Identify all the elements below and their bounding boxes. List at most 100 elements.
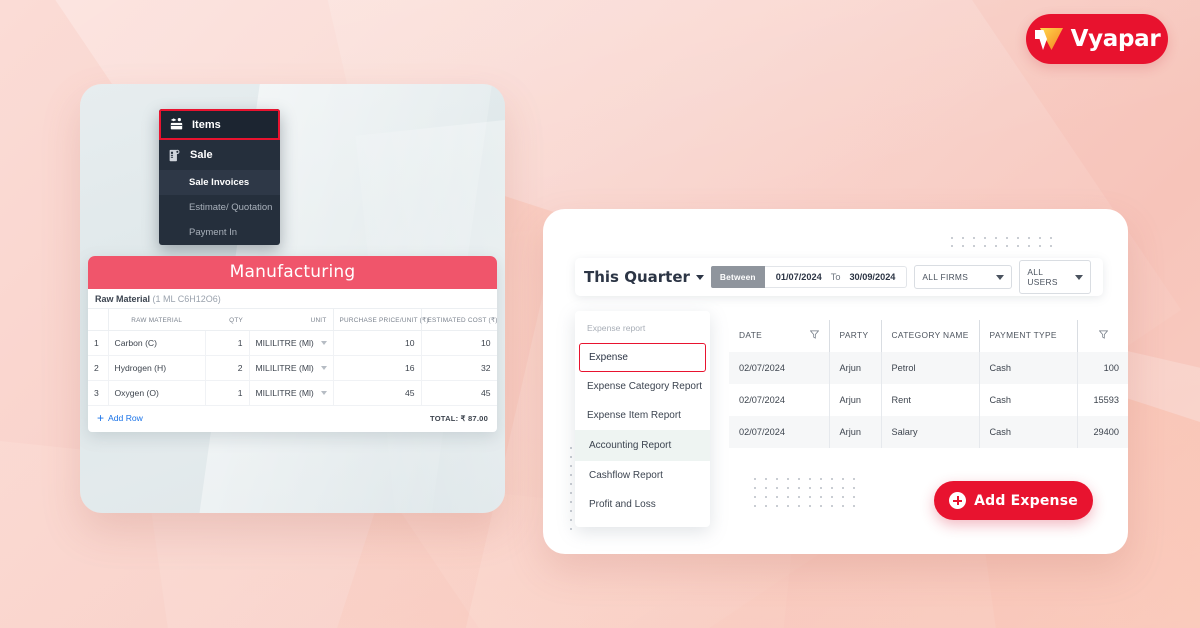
sidebar-nav-menu[interactable]: Items Sale Sale Invoices Estimate/ Quota… — [159, 109, 280, 245]
cell-unit[interactable]: MILILITRE (Ml) — [249, 355, 334, 381]
cell-unit[interactable]: MILILITRE (Ml) — [249, 330, 334, 356]
cell-price: 45 — [333, 380, 422, 406]
users-select[interactable]: ALL USERS — [1019, 260, 1092, 294]
column-header-purchase-price: PURCHASE PRICE/UNIT (₹) — [333, 309, 428, 331]
chevron-down-icon — [996, 274, 1005, 280]
cell-payment: Cash — [979, 416, 1078, 448]
table-row[interactable]: 02/07/2024 Arjun Salary Cash 29400 — [729, 416, 1128, 448]
sidebar-subitem-payment-in[interactable]: Payment In — [159, 220, 280, 245]
chevron-down-icon — [320, 391, 327, 395]
filter-bar: This Quarter Between 01/07/2024 To 30/09… — [575, 258, 1103, 296]
raw-material-table: RAW MATERIAL QTY UNIT PURCHASE PRICE/UNI… — [88, 309, 497, 406]
vyapar-logo: Vyapar — [1026, 14, 1168, 64]
period-selector[interactable]: This Quarter — [584, 268, 704, 286]
between-badge[interactable]: Between — [710, 266, 765, 288]
report-item-expense[interactable]: Expense — [579, 343, 706, 372]
sidebar-item-items[interactable]: Items — [159, 109, 280, 140]
cell-category: Rent — [881, 384, 980, 416]
date-range-input[interactable]: 01/07/2024 To 30/09/2024 — [764, 266, 908, 288]
table-row[interactable]: 02/07/2024 Arjun Petrol Cash 100 — [729, 352, 1128, 384]
manufacturing-footer: + Add Row TOTAL: ₹ 87.00 — [88, 406, 497, 432]
column-header-unit: UNIT — [249, 309, 334, 331]
column-header-category-name: CATEGORY NAME — [881, 320, 980, 352]
cell-unit-value: MILILITRE (Ml) — [255, 388, 314, 398]
cell-category: Petrol — [881, 352, 980, 384]
table-row[interactable]: 2 Hydrogen (H) 2 MILILITRE (Ml) 16 32 — [88, 355, 497, 381]
table-row[interactable]: 1 Carbon (C) 1 MILILITRE (Ml) 10 10 — [88, 330, 497, 356]
firms-select[interactable]: ALL FIRMS — [914, 265, 1013, 289]
column-header-index — [88, 309, 109, 331]
cell-party: Arjun — [829, 352, 882, 384]
raw-material-formula: (1 ML C6H12O6) — [152, 294, 221, 304]
cell-date: 02/07/2024 — [729, 352, 830, 384]
vyapar-triangle-icon — [1034, 28, 1063, 50]
cell-amount: 15593 — [1093, 395, 1119, 405]
manufacturing-screenshot-card: Items Sale Sale Invoices Estimate/ Quota… — [80, 84, 505, 513]
cell-qty: 2 — [205, 355, 250, 381]
cell-qty: 1 — [205, 380, 250, 406]
add-row-button[interactable]: + Add Row — [97, 412, 143, 424]
date-from: 01/07/2024 — [775, 272, 822, 282]
filter-icon[interactable] — [1098, 330, 1108, 339]
chevron-down-icon — [1075, 274, 1084, 280]
date-to-label: To — [830, 272, 841, 282]
filter-icon[interactable] — [809, 330, 819, 339]
chevron-down-icon — [320, 366, 327, 370]
raw-material-table-header-row: RAW MATERIAL QTY UNIT PURCHASE PRICE/UNI… — [88, 309, 497, 331]
sale-invoice-icon — [169, 149, 180, 161]
sidebar-subitem-sale-invoices[interactable]: Sale Invoices — [159, 170, 280, 195]
cell-material: Oxygen (O) — [108, 380, 206, 406]
column-header-payment-type: PAYMENT TYPE — [979, 320, 1078, 352]
cell-date: 02/07/2024 — [729, 384, 830, 416]
period-label: This Quarter — [584, 268, 690, 286]
report-list-panel: Expense report Expense Expense Category … — [575, 311, 710, 527]
cell-payment: Cash — [979, 352, 1078, 384]
expense-table: DATE PARTY CATEGORY NAME PAYMENT TYPE 02… — [729, 320, 1128, 448]
table-row[interactable]: 02/07/2024 Arjun Rent Cash 15593 — [729, 384, 1128, 416]
sidebar-item-sale[interactable]: Sale — [159, 140, 280, 170]
chevron-down-icon — [320, 341, 327, 345]
report-item-expense-item-report[interactable]: Expense Item Report — [575, 401, 710, 430]
date-range-group: Between 01/07/2024 To 30/09/2024 — [710, 266, 908, 288]
cell-index: 1 — [88, 330, 109, 356]
cell-cost: 32 — [421, 355, 497, 381]
report-item-expense-category-report[interactable]: Expense Category Report — [575, 372, 710, 401]
report-item-profit-and-loss[interactable]: Profit and Loss — [575, 490, 710, 519]
firms-select-value: ALL FIRMS — [922, 272, 969, 282]
column-header-raw-material: RAW MATERIAL — [108, 309, 205, 331]
report-item-cashflow-report[interactable]: Cashflow Report — [575, 461, 710, 490]
cell-cost: 45 — [421, 380, 497, 406]
users-select-value: ALL USERS — [1027, 267, 1058, 287]
report-section-accounting-report[interactable]: Accounting Report — [575, 430, 710, 461]
column-header-estimated-cost: ESTIMATED COST (₹) — [421, 309, 497, 331]
cell-unit-value: MILILITRE (Ml) — [255, 338, 314, 348]
cell-index: 2 — [88, 355, 109, 381]
cell-amount: 29400 — [1093, 427, 1119, 437]
sidebar-item-items-label: Items — [192, 118, 221, 131]
expense-table-wrapper: DATE PARTY CATEGORY NAME PAYMENT TYPE 02… — [729, 320, 1128, 448]
cell-unit-value: MILILITRE (Ml) — [255, 363, 314, 373]
column-header-party: PARTY — [829, 320, 882, 352]
cell-index: 3 — [88, 380, 109, 406]
chevron-down-icon — [695, 274, 704, 280]
add-row-label: Add Row — [108, 413, 143, 423]
column-header-date: DATE — [729, 320, 830, 352]
report-list-header: Expense report — [587, 323, 646, 333]
cell-date: 02/07/2024 — [729, 416, 830, 448]
add-expense-button[interactable]: Add Expense — [934, 481, 1093, 520]
cell-party: Arjun — [829, 384, 882, 416]
sidebar-subitem-estimate-quotation[interactable]: Estimate/ Quotation — [159, 195, 280, 220]
sidebar-item-sale-label: Sale — [190, 149, 213, 161]
expense-report-screenshot-card: This Quarter Between 01/07/2024 To 30/09… — [543, 209, 1128, 554]
expense-table-header-row: DATE PARTY CATEGORY NAME PAYMENT TYPE — [729, 320, 1128, 352]
cell-unit[interactable]: MILILITRE (Ml) — [249, 380, 334, 406]
cell-qty: 1 — [205, 330, 250, 356]
cell-payment: Cash — [979, 384, 1078, 416]
cell-material: Carbon (C) — [108, 330, 206, 356]
cell-amount: 100 — [1103, 363, 1119, 373]
raw-material-subtitle: Raw Material (1 ML C6H12O6) — [88, 289, 497, 309]
cell-cost: 10 — [421, 330, 497, 356]
table-row[interactable]: 3 Oxygen (O) 1 MILILITRE (Ml) 45 45 — [88, 380, 497, 406]
manufacturing-title: Manufacturing — [88, 256, 497, 289]
add-expense-label: Add Expense — [974, 492, 1078, 509]
